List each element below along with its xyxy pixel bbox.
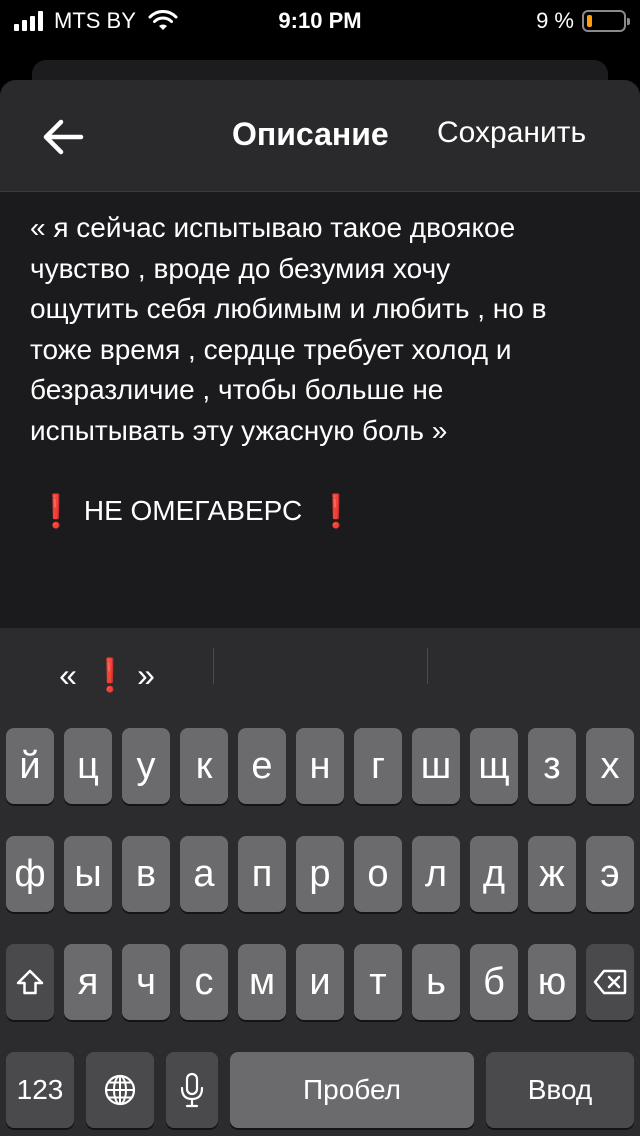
suggestion-exclamation[interactable]: ❗	[90, 650, 130, 700]
nav-bar: Описание Сохранить	[0, 80, 640, 192]
battery-icon	[582, 10, 630, 32]
key-к[interactable]: к	[180, 728, 228, 804]
globe-icon	[104, 1074, 136, 1106]
key-ы[interactable]: ы	[64, 836, 112, 912]
description-sheet: Описание Сохранить « я сейчас испытываю …	[0, 80, 640, 628]
key-я[interactable]: я	[64, 944, 112, 1020]
key-г[interactable]: г	[354, 728, 402, 804]
key-и[interactable]: и	[296, 944, 344, 1020]
key-ь[interactable]: ь	[412, 944, 460, 1020]
space-key[interactable]: Пробел	[230, 1052, 474, 1128]
exclamation-icon: ❗	[36, 493, 76, 529]
key-д[interactable]: д	[470, 836, 518, 912]
shift-icon	[16, 969, 44, 995]
microphone-icon	[180, 1072, 204, 1108]
warning-line: ❗ НЕ ОМЕГАВЕРС ❗	[36, 492, 356, 530]
key-м[interactable]: м	[238, 944, 286, 1020]
suggestion-bar: « ❗ »	[0, 628, 640, 718]
key-н[interactable]: н	[296, 728, 344, 804]
key-п[interactable]: п	[238, 836, 286, 912]
delete-key[interactable]	[586, 944, 634, 1020]
key-ж[interactable]: ж	[528, 836, 576, 912]
back-button[interactable]	[38, 112, 88, 162]
status-right: 9 %	[536, 8, 630, 34]
key-э[interactable]: э	[586, 836, 634, 912]
key-о[interactable]: о	[354, 836, 402, 912]
key-й[interactable]: й	[6, 728, 54, 804]
suggestion-close-quote[interactable]: »	[128, 650, 164, 700]
shift-key[interactable]	[6, 944, 54, 1020]
key-в[interactable]: в	[122, 836, 170, 912]
key-щ[interactable]: щ	[470, 728, 518, 804]
key-б[interactable]: б	[470, 944, 518, 1020]
key-х[interactable]: х	[586, 728, 634, 804]
suggestion-divider	[427, 648, 428, 684]
key-ц[interactable]: ц	[64, 728, 112, 804]
key-ф[interactable]: ф	[6, 836, 54, 912]
microphone-key[interactable]	[166, 1052, 218, 1128]
globe-key[interactable]	[86, 1052, 154, 1128]
description-text-area[interactable]: « я сейчас испытываю такое двоякое чувст…	[30, 208, 620, 451]
key-л[interactable]: л	[412, 836, 460, 912]
suggestion-open-quote[interactable]: «	[50, 650, 86, 700]
key-с[interactable]: с	[180, 944, 228, 1020]
battery-fill	[587, 15, 592, 27]
key-ю[interactable]: ю	[528, 944, 576, 1020]
keyboard: « ❗ » й ц у к е н г ш щ з х ф ы в а п р …	[0, 628, 640, 1136]
key-р[interactable]: р	[296, 836, 344, 912]
page-title: Описание	[232, 116, 389, 152]
back-arrow-icon	[43, 119, 84, 155]
status-bar: MTS BY 9:10 PM 9 %	[0, 0, 640, 40]
key-з[interactable]: з	[528, 728, 576, 804]
key-т[interactable]: т	[354, 944, 402, 1020]
delete-icon	[593, 969, 627, 995]
return-key[interactable]: Ввод	[486, 1052, 634, 1128]
save-button[interactable]: Сохранить	[437, 116, 586, 150]
key-а[interactable]: а	[180, 836, 228, 912]
battery-percent: 9 %	[536, 8, 574, 33]
exclamation-icon: ❗	[316, 493, 357, 529]
numbers-key[interactable]: 123	[6, 1052, 74, 1128]
key-ч[interactable]: ч	[122, 944, 170, 1020]
warning-text: НЕ ОМЕГАВЕРС	[83, 495, 303, 526]
suggestion-divider	[213, 648, 214, 684]
key-е[interactable]: е	[238, 728, 286, 804]
key-у[interactable]: у	[122, 728, 170, 804]
key-ш[interactable]: ш	[412, 728, 460, 804]
